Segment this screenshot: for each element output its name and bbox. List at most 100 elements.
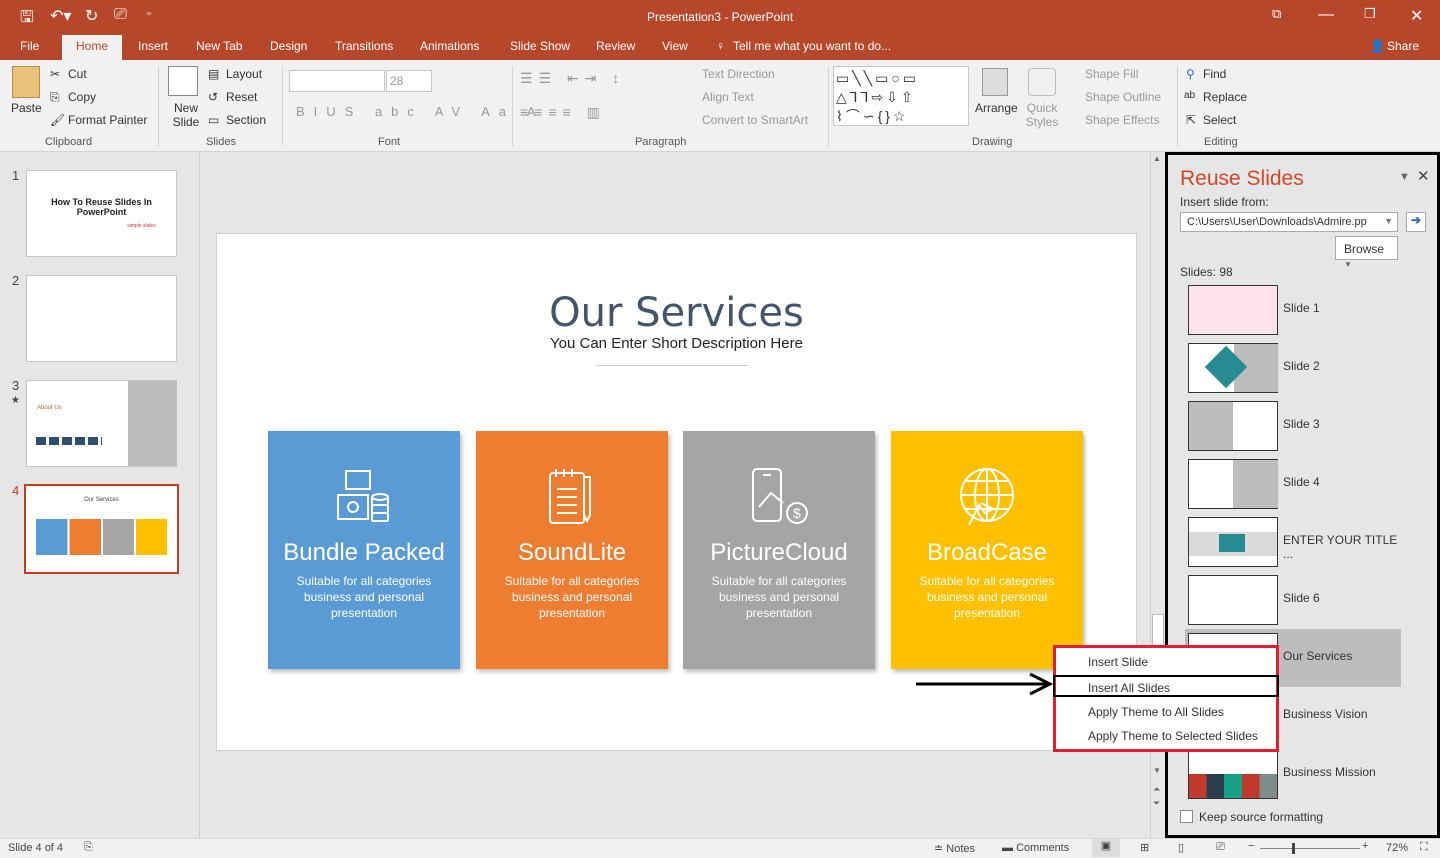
quick-styles-icon[interactable] (1028, 68, 1056, 96)
chevron-down-icon[interactable]: ▼ (1384, 216, 1393, 226)
tab-slide-show[interactable]: Slide Show (510, 39, 570, 53)
paste-icon[interactable] (12, 66, 40, 98)
tab-transitions[interactable]: Transitions (335, 39, 393, 53)
ribbon-display-icon[interactable]: ⧉ (1272, 6, 1281, 22)
zoom-slider-thumb[interactable] (1292, 843, 1295, 854)
shapes-gallery[interactable]: ▭╲╲▭○▭ △⅂⅂⇨⇩⇧ ⌇⌒∽{}☆ (833, 66, 969, 126)
pane-close-icon[interactable]: ✕ (1417, 167, 1430, 185)
quick-styles-button[interactable]: Quick Styles (1022, 101, 1062, 129)
share-icon[interactable]: 👤 (1370, 39, 1385, 53)
zoom-out-icon[interactable]: − (1248, 840, 1254, 852)
font-size-input[interactable]: 28 (386, 70, 432, 92)
format-painter-button[interactable]: Format Painter (68, 113, 147, 127)
thumbnail-slide-3[interactable]: About Us (26, 380, 177, 467)
reuse-slide-thumbnail (1188, 517, 1278, 567)
menu-item-insert-slide[interactable]: Insert Slide (1056, 651, 1276, 673)
text-direction-button[interactable]: Text Direction (702, 67, 775, 81)
select-button[interactable]: Select (1203, 113, 1236, 127)
format-painter-icon[interactable]: 🖌 (50, 113, 65, 127)
thumbnail-title: Our Services (84, 497, 119, 503)
service-card[interactable]: Bundle Packed Suitable for all categorie… (268, 431, 460, 669)
copy-button[interactable]: Copy (68, 90, 96, 104)
next-slide-icon[interactable]: ⏷ (1153, 798, 1160, 809)
shape-fill-button[interactable]: Shape Fill (1085, 67, 1138, 81)
reading-view-icon[interactable]: ▯ (1178, 841, 1184, 854)
tab-insert[interactable]: Insert (138, 39, 168, 53)
reuse-slide-item[interactable]: Slide 3 (1185, 397, 1401, 455)
slide-title[interactable]: Our Services (216, 290, 1137, 336)
service-card[interactable]: $ PictureCloud Suitable for all categori… (683, 431, 875, 669)
comments-button[interactable]: ▬ Comments (1002, 842, 1069, 854)
fit-to-window-icon[interactable]: ⛶ (1420, 841, 1428, 854)
new-slide-icon[interactable] (168, 66, 198, 96)
menu-item-insert-all-slides[interactable]: Insert All Slides (1053, 675, 1279, 697)
zoom-in-icon[interactable]: + (1362, 840, 1368, 852)
section-button[interactable]: Section (226, 113, 266, 127)
service-card[interactable]: SoundLite Suitable for all categories bu… (476, 431, 668, 669)
normal-view-icon[interactable]: ▣ (1092, 839, 1120, 857)
find-button[interactable]: Find (1203, 67, 1226, 81)
menu-item-apply-theme-selected[interactable]: Apply Theme to Selected Slides (1056, 725, 1276, 747)
select-icon[interactable]: ⇱ (1186, 113, 1196, 127)
share-button[interactable]: Share (1387, 39, 1419, 53)
arrange-button[interactable]: Arrange (975, 101, 1018, 115)
font-name-input[interactable] (289, 70, 385, 92)
restore-icon[interactable]: ❐ (1364, 6, 1376, 22)
tab-new-tab[interactable]: New Tab (196, 39, 242, 53)
thumbnail-slide-1[interactable]: How To Reuse Slides In PowerPoint simple… (26, 170, 177, 257)
menu-item-apply-theme-all[interactable]: Apply Theme to All Slides (1056, 701, 1276, 723)
reuse-slide-item[interactable]: ENTER YOUR TITLE ... (1185, 513, 1401, 571)
tab-view[interactable]: View (662, 39, 688, 53)
notes-button[interactable]: ≐ Notes (934, 842, 975, 855)
reuse-slide-item[interactable]: Business Mission (1185, 745, 1401, 803)
shape-effects-button[interactable]: Shape Effects (1085, 113, 1160, 127)
keep-formatting-checkbox[interactable] (1180, 810, 1193, 823)
tab-file[interactable]: File (20, 39, 39, 53)
tab-design[interactable]: Design (270, 39, 307, 53)
layout-button[interactable]: Layout (226, 67, 262, 81)
source-path-input[interactable]: C:\Users\User\Downloads\Admire.pp ▼ (1180, 212, 1398, 232)
list-buttons[interactable]: ☰☰ ⇤⇥ ↕ (520, 70, 625, 87)
replace-button[interactable]: Replace (1203, 90, 1247, 104)
thumbnail-slide-2[interactable] (26, 275, 177, 362)
find-icon[interactable]: ⚲ (1186, 67, 1195, 81)
copy-icon[interactable]: ⎘ (50, 90, 60, 105)
reset-icon[interactable]: ↺ (208, 90, 218, 104)
section-icon[interactable]: ▭ (208, 113, 219, 127)
align-buttons[interactable]: ≡≡≡≡ ▥ (520, 104, 606, 121)
tab-animations[interactable]: Animations (420, 39, 479, 53)
tell-me-input[interactable]: Tell me what you want to do... (733, 39, 891, 53)
reuse-slide-item[interactable]: Slide 6 (1185, 571, 1401, 629)
tab-review[interactable]: Review (596, 39, 635, 53)
reuse-slide-item[interactable]: Slide 4 (1185, 455, 1401, 513)
pane-options-icon[interactable]: ▼ (1399, 171, 1410, 183)
shape-outline-button[interactable]: Shape Outline (1085, 90, 1161, 104)
service-card[interactable]: BroadCase Suitable for all categories bu… (891, 431, 1083, 669)
reset-button[interactable]: Reset (226, 90, 257, 104)
zoom-level[interactable]: 72% (1386, 842, 1408, 854)
thumbnail-slide-4[interactable]: Our Services (24, 484, 179, 574)
arrange-icon[interactable] (982, 68, 1008, 96)
font-format-buttons[interactable]: BIUS abc AV Aa A (296, 104, 545, 119)
minimize-icon[interactable]: — (1318, 6, 1334, 24)
slide-sorter-icon[interactable]: ⊞ (1140, 841, 1149, 854)
paste-button[interactable]: Paste (11, 101, 42, 115)
replace-icon[interactable]: ab (1184, 90, 1195, 101)
zoom-slider[interactable] (1260, 848, 1360, 849)
tab-home[interactable]: Home (62, 35, 123, 60)
go-arrow-button[interactable]: ➔ (1406, 212, 1426, 232)
convert-smartart-button[interactable]: Convert to SmartArt (702, 113, 808, 127)
reuse-slide-item[interactable]: Slide 2 (1185, 339, 1401, 397)
align-text-button[interactable]: Align Text (702, 90, 754, 104)
new-slide-button[interactable]: New Slide (166, 101, 206, 129)
cut-icon[interactable]: ✂ (50, 67, 60, 81)
slide-subtitle[interactable]: You Can Enter Short Description Here (216, 335, 1137, 352)
close-icon[interactable]: ✕ (1410, 6, 1423, 26)
reuse-slide-item[interactable]: Slide 1 (1185, 281, 1401, 339)
layout-icon[interactable]: ▤ (208, 67, 219, 81)
cut-button[interactable]: Cut (68, 67, 87, 81)
previous-slide-icon[interactable]: ⏶ (1153, 784, 1160, 795)
spell-check-icon[interactable]: ⎘ (84, 841, 93, 854)
slideshow-view-icon[interactable]: ⎚ (1216, 841, 1225, 854)
browse-button[interactable]: Browse ▼ (1335, 236, 1398, 269)
